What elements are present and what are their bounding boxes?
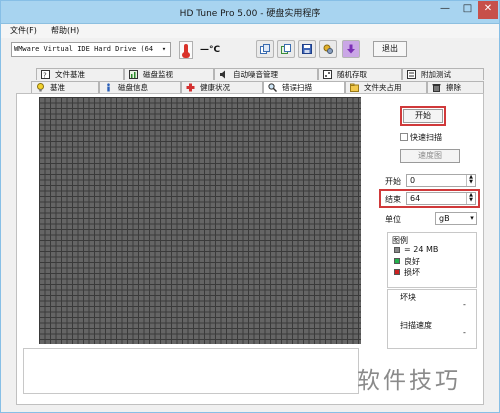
save-button[interactable]: [298, 40, 316, 58]
settings-icon: [323, 44, 333, 54]
thermometer-icon: [179, 41, 193, 59]
health-plus-icon: [186, 83, 195, 92]
tab-noise-management[interactable]: 自动噪音管理: [214, 68, 318, 80]
tab-extra-tests[interactable]: 附加测试: [402, 68, 484, 80]
app-window: HD Tune Pro 5.00 - 硬盘实用程序 — □ ✕ 文件(F) 帮助…: [0, 0, 500, 413]
speaker-icon: [220, 70, 225, 79]
file-benchmark-icon: ?: [41, 70, 50, 79]
quick-scan-checkbox[interactable]: [400, 133, 408, 141]
temperature-readout: —°C: [200, 45, 221, 55]
trash-icon: [432, 84, 441, 92]
tab-erase[interactable]: 擦除: [427, 81, 484, 93]
legend-block-size: = 24 MB: [404, 245, 439, 254]
tab-random-access[interactable]: 随机存取: [318, 68, 402, 80]
tab-row-top: ? 文件基准 磁盘监视 自动噪音管理 随机存取 附加测试: [16, 68, 484, 81]
scan-speed-label: 扫描速度: [400, 321, 432, 330]
error-scan-panel: 开始 快速扫描 速度图 开始 0 ▲ ▼ 结束 64 ▲ ▼ 单位 gB ▾ 图例 …: [16, 93, 484, 405]
quick-scan-label: 快速扫描: [410, 133, 442, 142]
chevron-down-icon: ▾: [161, 45, 167, 53]
settings-button[interactable]: [319, 40, 337, 58]
start-field[interactable]: 0 ▲ ▼: [406, 174, 476, 187]
window-title: HD Tune Pro 5.00 - 硬盘实用程序: [179, 9, 321, 19]
disk-monitor-icon: [129, 70, 138, 79]
unit-select[interactable]: gB ▾: [435, 212, 477, 225]
lightbulb-icon: [37, 83, 44, 92]
start-button[interactable]: 开始: [403, 109, 443, 123]
legend-bad-swatch: [394, 269, 400, 275]
menu-file[interactable]: 文件(F): [10, 25, 37, 36]
end-field-label: 结束: [385, 195, 401, 204]
info-icon: [107, 83, 110, 92]
copy-all-icon: [281, 44, 291, 54]
start-field-value: 0: [410, 176, 416, 185]
random-access-icon: [323, 70, 332, 79]
tab-disk-monitor[interactable]: 磁盘监视: [124, 68, 214, 80]
menu-help[interactable]: 帮助(H): [51, 25, 79, 36]
end-field-value: 64: [410, 194, 421, 203]
drive-select-value: WMware Virtual IDE Hard Drive (64: [14, 45, 154, 53]
start-field-spinner[interactable]: ▲ ▼: [466, 175, 475, 186]
tab-file-benchmark[interactable]: ? 文件基准: [36, 68, 124, 80]
unit-select-value: gB: [439, 214, 450, 223]
legend-ok-swatch: [394, 258, 400, 264]
scan-log: [23, 348, 359, 394]
end-field-spinner[interactable]: ▲ ▼: [466, 193, 475, 204]
legend-ok-label: 良好: [404, 257, 420, 266]
maximize-button[interactable]: □: [457, 1, 478, 19]
copy-icon: [260, 44, 270, 54]
speed-map-button[interactable]: 速度图: [400, 149, 460, 163]
menu-bar: 文件(F) 帮助(H): [1, 24, 499, 38]
toolbar: WMware Virtual IDE Hard Drive (64 ▾ —°C: [1, 38, 499, 63]
legend-group: 图例 = 24 MB 良好 损坏: [387, 232, 477, 288]
title-bar: HD Tune Pro 5.00 - 硬盘实用程序 — □ ✕: [1, 1, 499, 24]
magnifier-icon: [268, 83, 277, 92]
download-button[interactable]: [342, 40, 360, 58]
watermark-text: 软件技巧: [357, 368, 461, 394]
start-field-label: 开始: [385, 177, 401, 186]
damaged-blocks-value: -: [463, 300, 466, 309]
tab-folder-usage[interactable]: 文件夹占用: [345, 81, 427, 93]
block-map: [39, 97, 361, 344]
chevron-down-icon: ▾: [470, 214, 474, 222]
end-field[interactable]: 64 ▲ ▼: [406, 192, 476, 205]
tab-disk-info[interactable]: 磁盘信息: [99, 81, 181, 93]
exit-button[interactable]: 退出: [373, 41, 407, 57]
close-button[interactable]: ✕: [478, 1, 498, 19]
copy-button[interactable]: [256, 40, 274, 58]
tab-error-scan[interactable]: 错误扫描: [263, 81, 345, 93]
legend-block-swatch: [394, 247, 400, 253]
save-icon: [302, 44, 312, 54]
copy-all-button[interactable]: [277, 40, 295, 58]
tab-benchmark[interactable]: 基准: [31, 81, 99, 93]
download-icon: [347, 44, 355, 54]
drive-select[interactable]: WMware Virtual IDE Hard Drive (64 ▾: [11, 42, 171, 57]
stats-group: 坏块 - 扫描速度 -: [387, 289, 477, 349]
damaged-blocks-label: 坏块: [400, 293, 416, 302]
tab-health[interactable]: 健康状况: [181, 81, 263, 93]
svg-text:?: ?: [43, 72, 47, 80]
folder-icon: [350, 83, 359, 92]
legend-bad-label: 损坏: [404, 268, 420, 277]
extra-tests-icon: [407, 70, 416, 79]
scan-speed-value: -: [463, 328, 466, 337]
unit-label: 单位: [385, 215, 401, 224]
minimize-button[interactable]: —: [433, 1, 457, 19]
